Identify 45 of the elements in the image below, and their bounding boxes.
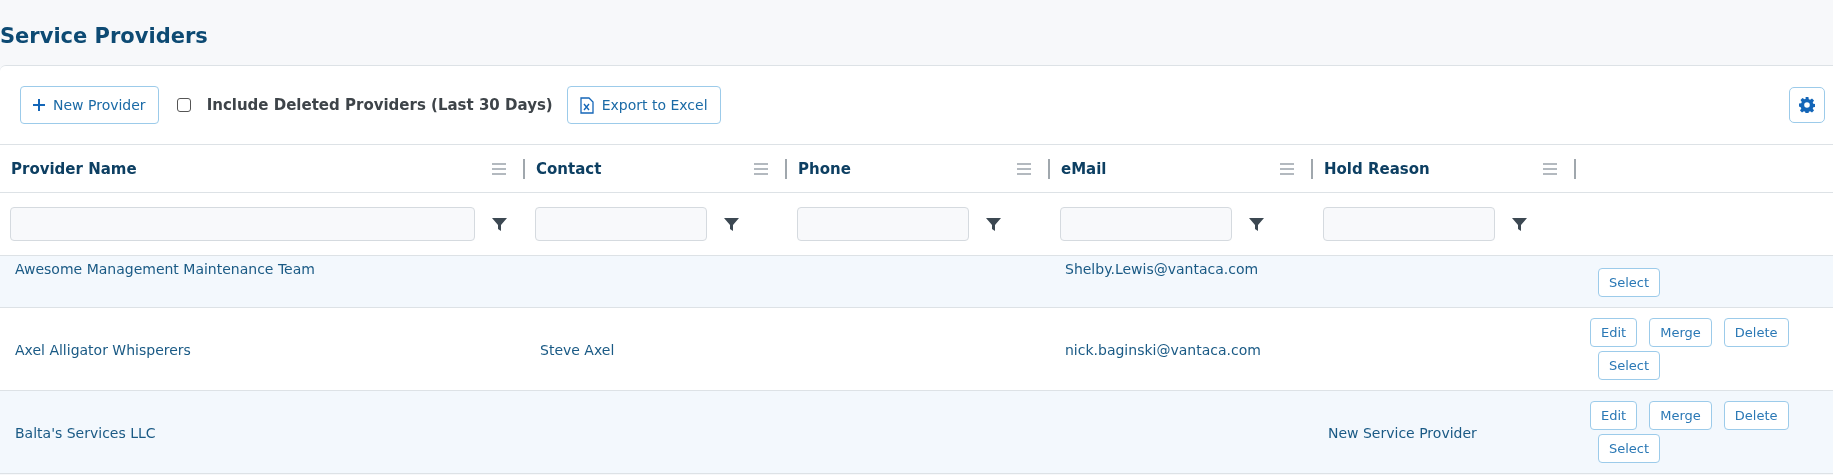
table-cell: nick.baginski@vantaca.com xyxy=(1065,341,1261,358)
menu-icon[interactable] xyxy=(1017,162,1031,175)
checkbox[interactable] xyxy=(176,98,191,112)
filter-icon[interactable] xyxy=(986,216,1001,232)
filter-field[interactable] xyxy=(535,207,707,241)
menu-icon[interactable] xyxy=(754,162,768,175)
filter-icon[interactable] xyxy=(1512,216,1527,232)
row-action-button[interactable]: Select xyxy=(1598,268,1661,297)
column-header[interactable]: eMail xyxy=(1061,159,1280,178)
filter-icon[interactable] xyxy=(1249,216,1264,232)
filter-field[interactable] xyxy=(797,207,969,241)
row-action-button[interactable]: Delete xyxy=(1723,401,1789,430)
settings-icon xyxy=(1799,97,1815,113)
checkbox-label: Include Deleted Providers (Last 30 Days) xyxy=(206,96,553,114)
row-action-button[interactable]: Merge xyxy=(1649,401,1712,430)
table-cell: Steve Axel xyxy=(540,341,615,358)
settings-button[interactable] xyxy=(1789,87,1825,123)
table-cell: Axel Alligator Whisperers xyxy=(15,341,191,358)
filter-icon[interactable] xyxy=(724,216,739,232)
filter-icon[interactable] xyxy=(492,216,507,232)
filter-field[interactable] xyxy=(1060,207,1232,241)
menu-icon[interactable] xyxy=(1280,162,1294,175)
column-header[interactable]: Hold Reason xyxy=(1324,159,1543,178)
row-action-button[interactable]: Select xyxy=(1598,434,1661,463)
column-header[interactable]: Phone xyxy=(798,159,1017,178)
row-action-button[interactable]: Edit xyxy=(1590,401,1638,430)
new-provider-button[interactable]: New Provider xyxy=(20,86,159,124)
excel-file-icon xyxy=(579,96,594,114)
menu-icon[interactable] xyxy=(492,162,506,175)
row-action-button[interactable]: Merge xyxy=(1649,318,1712,347)
page-title: Service Providers xyxy=(0,23,209,50)
filter-field[interactable] xyxy=(10,207,475,241)
row-action-button[interactable]: Select xyxy=(1598,351,1661,380)
table-cell: New Service Provider xyxy=(1328,424,1477,441)
row-action-button[interactable]: Edit xyxy=(1590,318,1638,347)
menu-icon[interactable] xyxy=(1543,162,1557,175)
column-header[interactable]: Contact xyxy=(536,159,754,178)
export-button[interactable]: Export to Excel xyxy=(566,86,721,124)
row-action-button[interactable]: Delete xyxy=(1723,318,1789,347)
plus-icon xyxy=(33,99,45,111)
table-cell: Balta's Services LLC xyxy=(15,424,156,441)
filter-field[interactable] xyxy=(1323,207,1495,241)
column-header[interactable]: Provider Name xyxy=(11,159,492,178)
table-cell: Awesome Management Maintenance Team xyxy=(15,261,315,277)
table-cell: Shelby.Lewis@vantaca.com xyxy=(1065,261,1259,277)
